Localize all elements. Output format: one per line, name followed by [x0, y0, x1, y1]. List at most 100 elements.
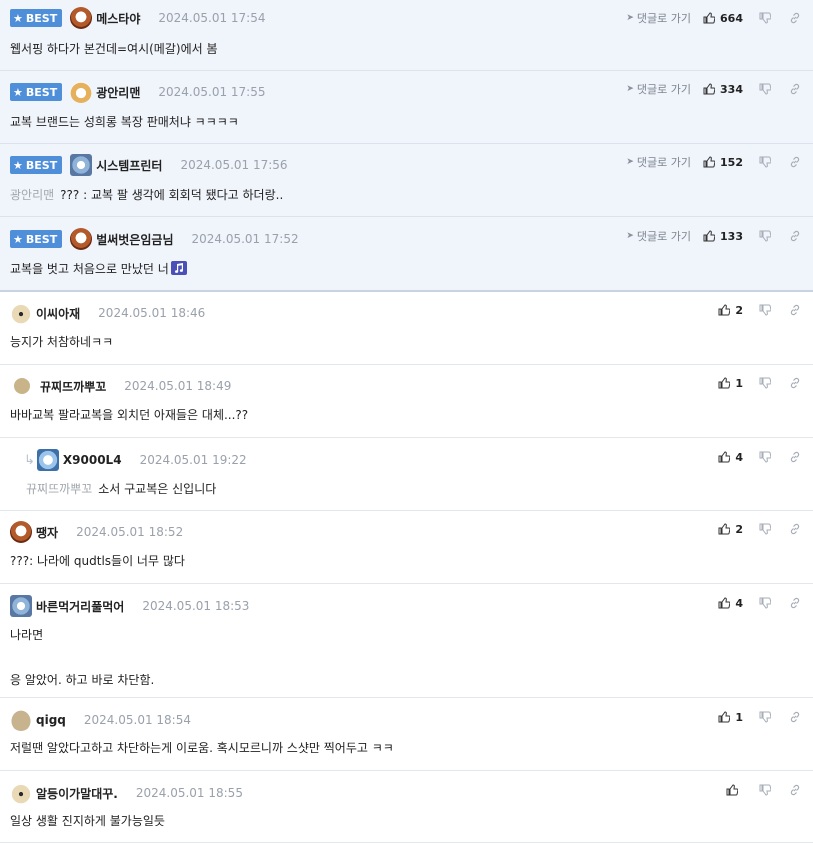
- thumbs-down-icon[interactable]: [759, 377, 771, 389]
- thumbs-down-icon[interactable]: [759, 451, 771, 463]
- thumbs-up-icon: [703, 156, 716, 168]
- goto-comment-button[interactable]: ➤ 댓글로 가기: [626, 81, 691, 97]
- avatar[interactable]: [10, 595, 32, 617]
- reply-comment: ↳ X9000L4 2024.05.01 19:22 4 뀨찌뜨까뿌꼬 소서 구교…: [0, 438, 813, 511]
- like-count: 334: [720, 82, 743, 96]
- like-button[interactable]: 133: [703, 230, 743, 243]
- like-count: 2: [735, 303, 743, 317]
- comment-date: 2024.05.01 18:46: [98, 306, 206, 320]
- comment: 바른먹거리풀먹어 2024.05.01 18:53 4 나라면 응 알았어. 하고…: [0, 584, 813, 698]
- like-button[interactable]: 2: [718, 304, 743, 317]
- like-count: 4: [735, 596, 743, 610]
- nickname[interactable]: 땡자: [36, 524, 58, 541]
- thumbs-down-icon[interactable]: [759, 597, 771, 609]
- thumbs-down-icon[interactable]: [759, 523, 771, 535]
- goto-comment-button[interactable]: ➤ 댓글로 가기: [626, 228, 691, 244]
- star-icon: ★: [13, 85, 23, 99]
- thumbs-down-icon[interactable]: [759, 711, 771, 723]
- link-icon[interactable]: [789, 377, 801, 389]
- thumbs-up-icon: [703, 230, 716, 242]
- nickname[interactable]: 시스템프린터: [96, 157, 162, 174]
- thumbs-up-icon: [718, 597, 731, 609]
- link-icon[interactable]: [789, 304, 801, 316]
- like-count: 133: [720, 229, 743, 243]
- link-icon[interactable]: [789, 597, 801, 609]
- best-comment: ★ BEST 메스타야 2024.05.01 17:54 ➤ 댓글로 가기 664 …: [0, 0, 813, 71]
- comment-text: 저럴땐 알았다고하고 차단하는게 이로움. 혹시모르니까 스샷만 찍어두고 ㅋㅋ: [10, 741, 394, 755]
- avatar[interactable]: [10, 521, 32, 543]
- like-button[interactable]: 1: [718, 711, 743, 724]
- best-badge: ★ BEST: [10, 156, 63, 174]
- paper-plane-icon: ➤: [626, 231, 634, 241]
- avatar[interactable]: [14, 378, 30, 394]
- like-button[interactable]: 4: [718, 597, 743, 610]
- link-icon[interactable]: [789, 83, 801, 95]
- avatar[interactable]: [10, 709, 32, 731]
- avatar[interactable]: [36, 449, 59, 471]
- comment-date: 2024.05.01 18:49: [124, 379, 232, 393]
- thumbs-down-icon[interactable]: [759, 304, 771, 316]
- paper-plane-icon: ➤: [626, 13, 634, 23]
- link-icon[interactable]: [789, 12, 801, 24]
- best-comment: ★ BEST 시스템프린터 2024.05.01 17:56 ➤ 댓글로 가기 15…: [0, 144, 813, 217]
- link-icon[interactable]: [789, 523, 801, 535]
- avatar[interactable]: [70, 81, 93, 103]
- like-button[interactable]: 4: [718, 451, 743, 464]
- mention[interactable]: 뀨찌뜨까뿌꼬: [26, 482, 92, 496]
- thumbs-down-icon[interactable]: [759, 83, 771, 95]
- comment-text: 바바교복 팔라교복을 외치던 아재들은 대체...??: [10, 408, 249, 422]
- nickname[interactable]: qigq: [36, 713, 66, 727]
- comment-text: ??? : 교복 팔 생각에 회회덕 됐다고 하더랑..: [60, 188, 284, 202]
- avatar[interactable]: [10, 782, 32, 804]
- thumbs-down-icon[interactable]: [759, 12, 771, 24]
- avatar[interactable]: [10, 302, 32, 324]
- like-button[interactable]: [726, 784, 743, 796]
- comment: 땡자 2024.05.01 18:52 2 ???: 나라에 qudtls들이 …: [0, 511, 813, 584]
- paper-plane-icon: ➤: [626, 157, 634, 167]
- comment-date: 2024.05.01 18:52: [76, 525, 184, 539]
- like-button[interactable]: 2: [718, 523, 743, 536]
- link-icon[interactable]: [789, 451, 801, 463]
- link-icon[interactable]: [789, 784, 801, 796]
- thumbs-up-icon: [703, 83, 716, 95]
- like-button[interactable]: 1: [718, 377, 743, 390]
- nickname[interactable]: 알등이가말대꾸.: [36, 785, 118, 802]
- goto-comment-button[interactable]: ➤ 댓글로 가기: [626, 10, 691, 26]
- best-comment: ★ BEST 벌써벗은임금님 2024.05.01 17:52 ➤ 댓글로 가기 1…: [0, 217, 813, 292]
- goto-comment-button[interactable]: ➤ 댓글로 가기: [626, 154, 691, 170]
- comment-date: 2024.05.01 18:54: [83, 713, 191, 727]
- like-button[interactable]: 152: [703, 156, 743, 169]
- comment-text: 소서 구교복은 신입니다: [98, 482, 217, 496]
- nickname[interactable]: 이씨아재: [36, 305, 80, 322]
- like-button[interactable]: 334: [703, 83, 743, 96]
- link-icon[interactable]: [789, 230, 801, 242]
- avatar[interactable]: [70, 7, 93, 29]
- nickname[interactable]: X9000L4: [63, 453, 122, 467]
- avatar[interactable]: [70, 154, 93, 176]
- nickname[interactable]: 광안리맨: [96, 84, 140, 101]
- link-icon[interactable]: [789, 711, 801, 723]
- thumbs-down-icon[interactable]: [759, 230, 771, 242]
- like-button[interactable]: 664: [703, 12, 743, 25]
- thumbs-down-icon[interactable]: [759, 784, 771, 796]
- nickname[interactable]: 뀨찌뜨까뿌꼬: [40, 378, 106, 395]
- nickname[interactable]: 바른먹거리풀먹어: [36, 598, 124, 615]
- mention[interactable]: 광안리맨: [10, 188, 54, 202]
- link-icon[interactable]: [789, 156, 801, 168]
- thumbs-up-icon: [718, 523, 731, 535]
- comment-date: 2024.05.01 18:55: [135, 786, 243, 800]
- comment: 뀨찌뜨까뿌꼬 2024.05.01 18:49 1 바바교복 팔라교복을 외치던…: [0, 365, 813, 438]
- like-count: 1: [735, 376, 743, 390]
- comment-text: 일상 생활 진지하게 불가능일듯: [10, 814, 165, 828]
- comment-text-line-2: 응 알았어. 하고 바로 차단함.: [10, 673, 155, 687]
- comment: 이씨아재 2024.05.01 18:46 2 능지가 처참하네ㅋㅋ: [0, 292, 813, 365]
- comment-date: 2024.05.01 19:22: [139, 453, 247, 467]
- nickname[interactable]: 메스타야: [96, 10, 140, 27]
- avatar[interactable]: [70, 228, 93, 250]
- comment-text: 능지가 처참하네ㅋㅋ: [10, 335, 114, 349]
- comment-text: 나라면: [10, 628, 44, 642]
- thumbs-down-icon[interactable]: [759, 156, 771, 168]
- like-count: 1: [735, 710, 743, 724]
- thumbs-up-icon: [718, 711, 731, 723]
- nickname[interactable]: 벌써벗은임금님: [96, 231, 173, 248]
